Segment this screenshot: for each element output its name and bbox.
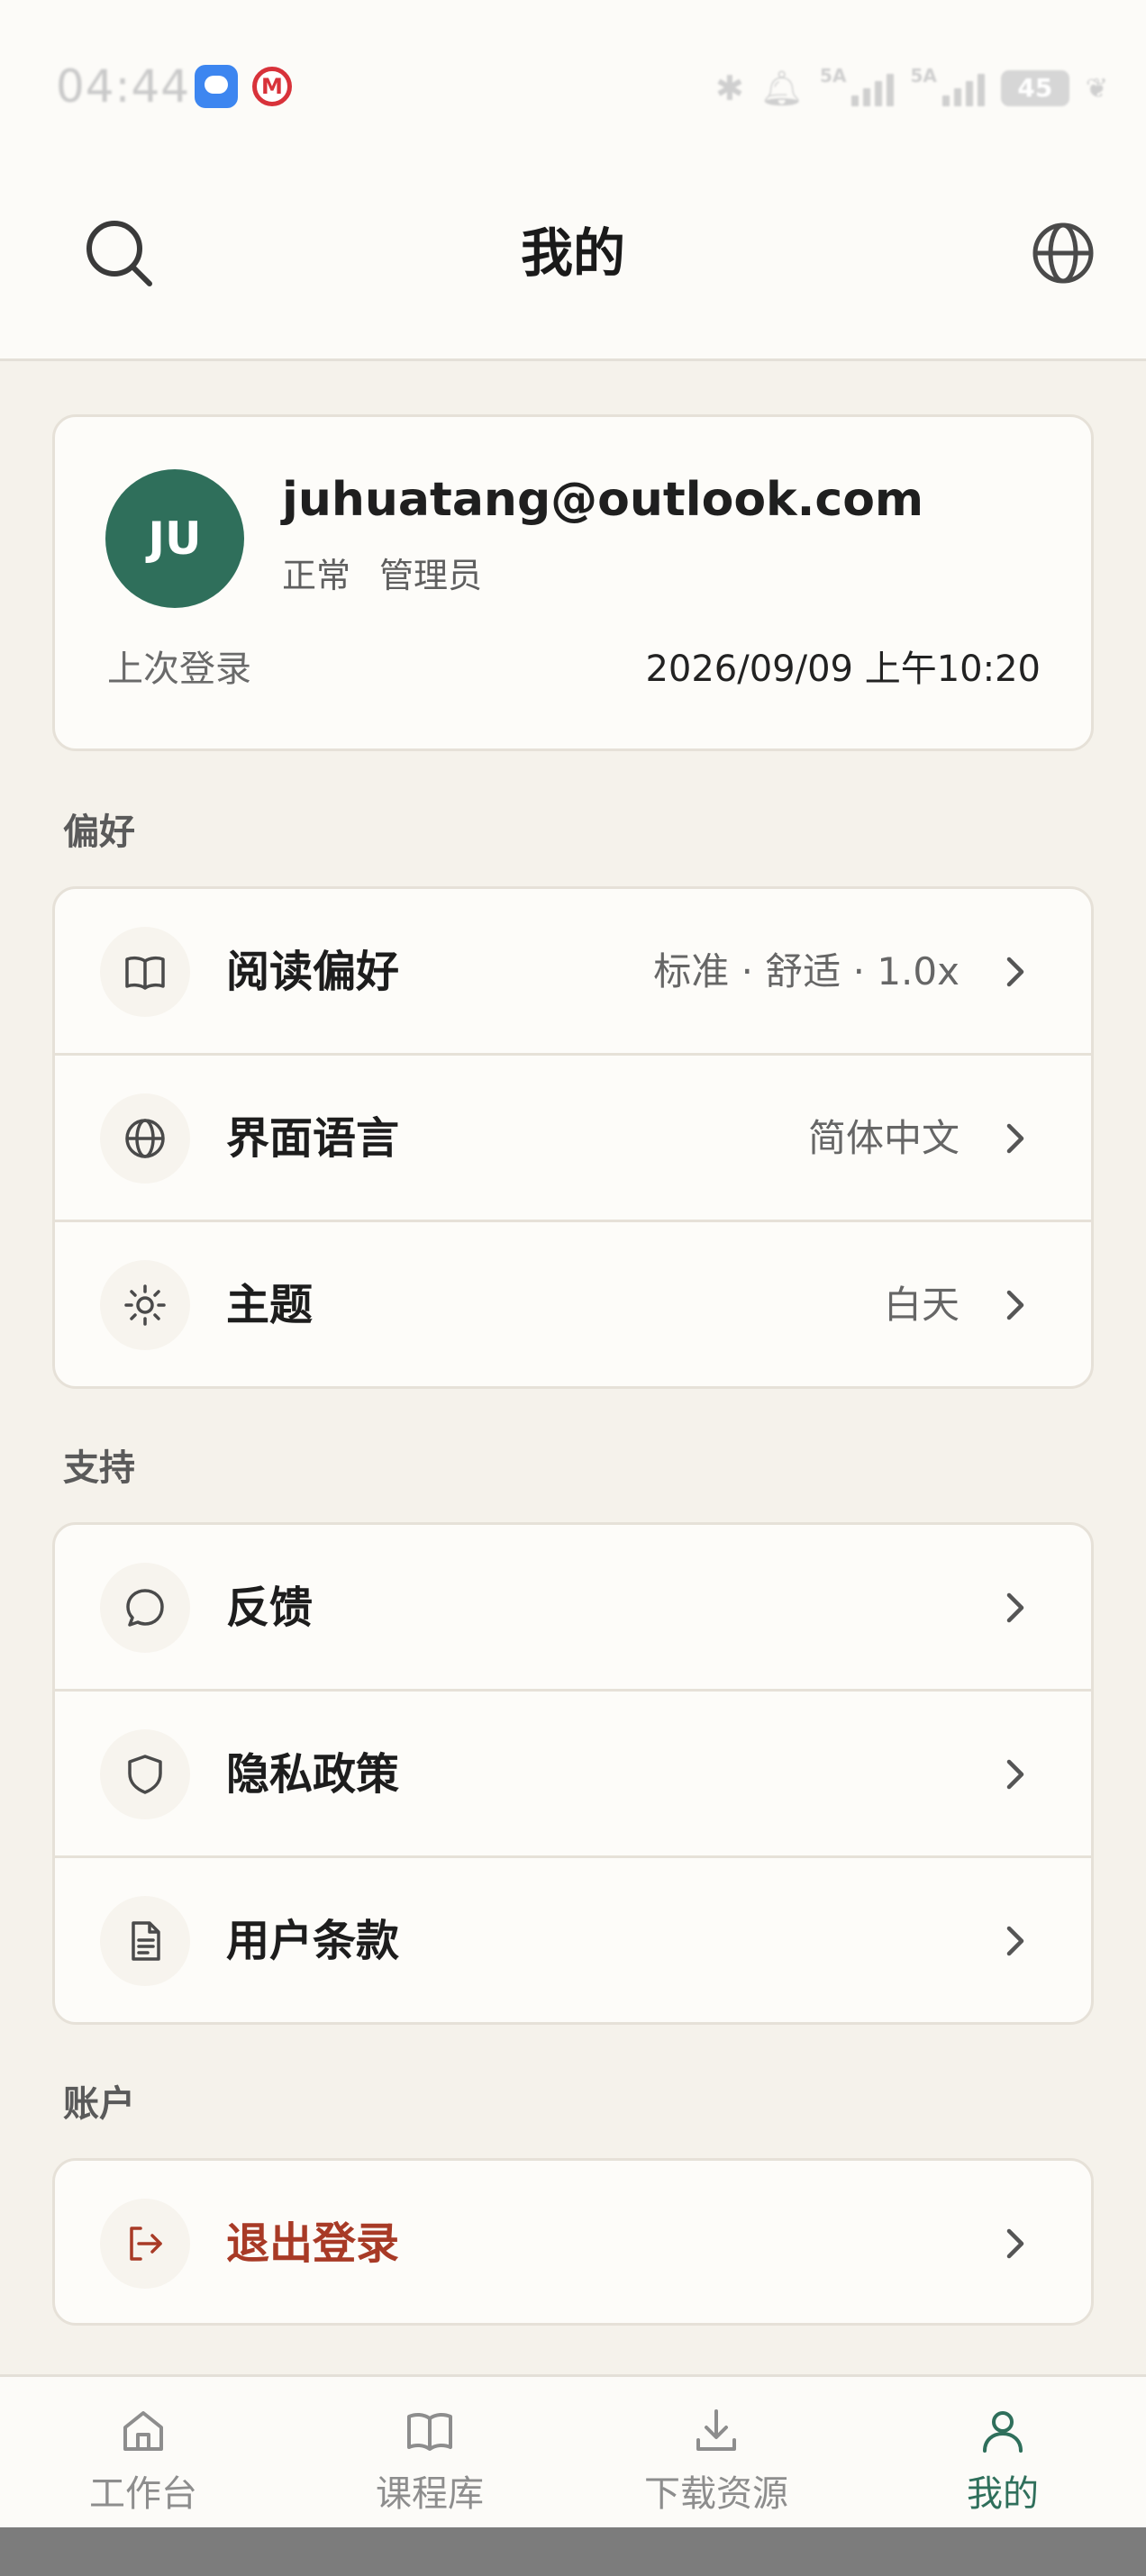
row-label: 主题 [226,1280,314,1330]
row-label: 阅读偏好 [226,947,400,997]
nav-label: 工作台 [89,2473,197,2515]
page-title: 我的 [520,222,625,284]
download-icon [696,2409,736,2451]
role-badge: 管理员 [379,556,483,595]
shield-icon [100,1729,190,1819]
chevron-right-icon [1006,1926,1024,1956]
my-profile-screen: 04:44 ✱ 🔔︎ 5A 5A 45 ❦ 我的 [0,0,1146,2576]
network-type: 5A [820,65,847,86]
interface-language-row[interactable]: 界面语言 简体中文 [55,1056,1091,1222]
leaf-icon: ❦ [1085,72,1108,104]
sun-icon [100,1260,190,1350]
section-title-support: 支持 [63,1447,135,1489]
signal-icon [851,70,895,106]
system-home-bar [0,2527,1146,2576]
book-icon [100,927,190,1017]
nav-label: 下载资源 [644,2473,788,2515]
account-card: 退出登录 [52,2158,1094,2326]
nav-label: 我的 [967,2473,1039,2515]
nav-item-workbench[interactable]: 工作台 [0,2377,286,2530]
user-email: juhuatang@outlook.com [282,473,924,527]
row-label: 反馈 [226,1583,314,1633]
user-icon [983,2411,1023,2453]
battery-icon: 45 [1000,70,1069,106]
chevron-right-icon [1006,1290,1024,1320]
chevron-right-icon [1006,1759,1024,1790]
section-title-preferences: 偏好 [63,812,135,853]
profile-card: JU juhuatang@outlook.com 正常 管理员 上次登录 202… [52,414,1094,751]
nav-item-course-library[interactable]: 课程库 [286,2377,573,2530]
chevron-right-icon [1006,1592,1024,1623]
bluetooth-icon: ✱ [714,68,744,108]
feedback-row[interactable]: 反馈 [55,1525,1091,1692]
document-icon [100,1896,190,1986]
status-badge: 正常 [282,556,351,595]
status-bar: 04:44 ✱ 🔔︎ 5A 5A 45 ❦ [0,0,1146,176]
user-roles: 正常 管理员 [282,554,482,597]
status-time: 04:44 [56,60,191,113]
row-value: 白天 [883,1283,960,1327]
preferences-card: 阅读偏好 标准 · 舒适 · 1.0x 界面语言 简体中文 主题 白天 [52,886,1094,1389]
row-label: 隐私政策 [226,1749,400,1800]
row-label: 界面语言 [226,1113,400,1164]
last-login-value: 2026/09/09 上午10:20 [645,649,1041,690]
bank-app-icon [252,67,292,106]
chevron-right-icon [1006,957,1024,987]
user-terms-row[interactable]: 用户条款 [55,1858,1091,2022]
row-value: 标准 · 舒适 · 1.0x [653,949,960,993]
reading-preference-row[interactable]: 阅读偏好 标准 · 舒适 · 1.0x [55,889,1091,1056]
theme-row[interactable]: 主题 白天 [55,1222,1091,1386]
message-app-icon [195,65,238,108]
section-title-account: 账户 [63,2083,135,2125]
globe-icon[interactable] [1027,217,1099,289]
book-icon [407,2412,452,2451]
row-label: 用户条款 [226,1916,400,1966]
status-indicators: ✱ 🔔︎ 5A 5A 45 ❦ [715,63,1108,113]
network-type: 5A [910,65,937,86]
home-icon [123,2411,163,2451]
logout-icon [100,2199,190,2289]
nav-label: 课程库 [376,2473,484,2515]
signal-icon [941,70,985,106]
bottom-navigation: 工作台 课程库 下载资源 我的 [0,2374,1146,2527]
logout-row[interactable]: 退出登录 [55,2161,1091,2323]
support-card: 反馈 隐私政策 用户条款 [52,1522,1094,2025]
privacy-policy-row[interactable]: 隐私政策 [55,1692,1091,1858]
mute-bell-icon: 🔔︎ [759,68,805,108]
chevron-right-icon [1006,2228,1024,2259]
chevron-right-icon [1006,1123,1024,1154]
app-header: 我的 [0,176,1146,361]
globe-icon [100,1093,190,1184]
chat-bubble-icon [100,1563,190,1653]
nav-item-downloads[interactable]: 下载资源 [573,2377,860,2530]
nav-item-mine[interactable]: 我的 [860,2377,1146,2530]
avatar: JU [105,469,244,608]
last-login-label: 上次登录 [107,649,251,690]
logout-label: 退出登录 [226,2218,400,2269]
row-value: 简体中文 [807,1116,960,1160]
